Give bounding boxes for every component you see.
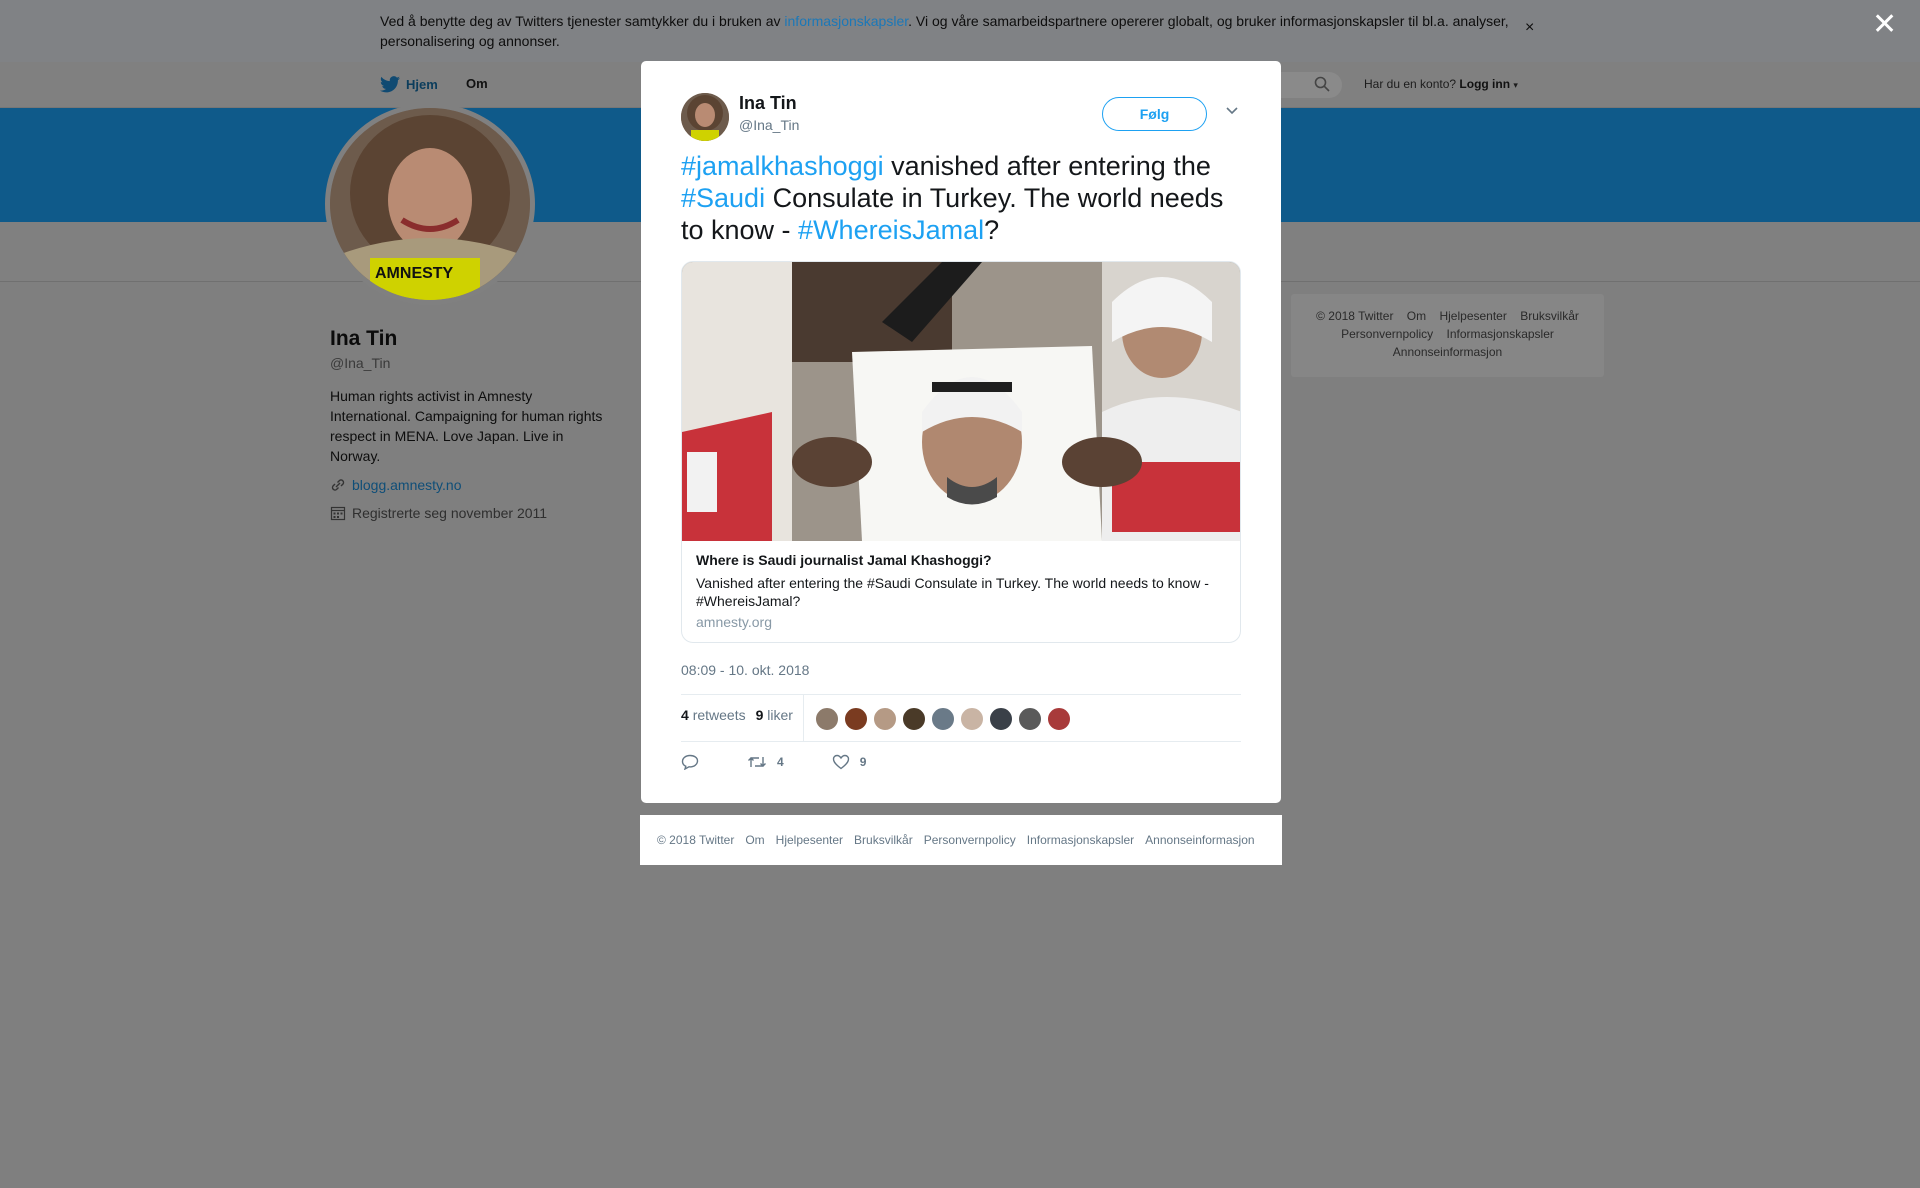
nav-home-label: Hjem <box>406 77 438 92</box>
tweet-author-avatar[interactable] <box>681 93 729 141</box>
nav-home[interactable]: Hjem <box>380 76 438 93</box>
account-prompt: Har du en konto? <box>1364 77 1457 91</box>
footer-ads-info[interactable]: Annonseinformasjon <box>1393 345 1502 359</box>
card-image <box>682 262 1240 541</box>
caret-down-icon[interactable]: ▾ <box>1513 80 1518 90</box>
footer-copyright: © 2018 Twitter <box>657 833 735 847</box>
retweets-count: 4 <box>681 707 689 723</box>
divider <box>803 695 804 741</box>
cookie-policy-link[interactable]: informasjonskapsler <box>784 13 908 29</box>
tweet-modal: Ina Tin @Ina_Tin Følg #jamalkhashoggi va… <box>641 61 1281 803</box>
likes-stat[interactable]: 9 liker <box>756 707 793 723</box>
nav-about[interactable]: Om <box>466 76 488 91</box>
footer-terms[interactable]: Bruksvilkår <box>1520 309 1579 323</box>
login-area: Har du en konto? Logg inn ▾ <box>1364 77 1518 91</box>
cookie-close-icon[interactable]: × <box>1525 19 1534 37</box>
tweet-text-segment: vanished after entering the <box>883 151 1211 181</box>
link-card[interactable]: Where is Saudi journalist Jamal Khashogg… <box>681 261 1241 643</box>
profile-joined-row: Registrerte seg november 2011 <box>330 505 547 521</box>
overlay-close-icon[interactable]: ✕ <box>1872 10 1897 40</box>
cookie-text: Ved å benytte deg av Twitters tjenester … <box>380 11 1520 51</box>
liker-avatar[interactable] <box>931 707 955 731</box>
login-link[interactable]: Logg inn <box>1459 77 1510 91</box>
footer-privacy[interactable]: Personvernpolicy <box>1341 327 1433 341</box>
retweets-stat[interactable]: 4 retweets <box>681 707 746 723</box>
footer-terms[interactable]: Bruksvilkår <box>854 833 913 847</box>
retweets-label: retweets <box>692 707 746 723</box>
liker-avatar[interactable] <box>844 707 868 731</box>
card-description: Vanished after entering the #Saudi Consu… <box>696 575 1209 609</box>
avatar-badge: AMNESTY <box>375 265 454 282</box>
tweet-author-handle[interactable]: @Ina_Tin <box>739 117 799 133</box>
footer-about[interactable]: Om <box>1407 309 1426 323</box>
modal-footer: © 2018 Twitter Om Hjelpesenter Bruksvilk… <box>640 815 1282 865</box>
calendar-icon <box>330 506 346 521</box>
hashtag-link[interactable]: #jamalkhashoggi <box>681 151 884 181</box>
footer-copyright: © 2018 Twitter <box>1316 309 1394 323</box>
card-title: Where is Saudi journalist Jamal Khashogg… <box>696 552 992 568</box>
link-icon <box>331 479 345 491</box>
footer-help[interactable]: Hjelpesenter <box>1439 309 1506 323</box>
footer-cookies[interactable]: Informasjonskapsler <box>1447 327 1554 341</box>
follow-button[interactable]: Følg <box>1102 97 1207 131</box>
profile-avatar[interactable]: AMNESTY <box>325 103 535 305</box>
hashtag-link[interactable]: #WhereisJamal <box>798 215 984 245</box>
divider <box>681 694 1241 695</box>
liker-avatar[interactable] <box>1018 707 1042 731</box>
retweet-button[interactable]: 4 <box>747 754 784 770</box>
like-count: 9 <box>859 755 867 769</box>
footer-cookies[interactable]: Informasjonskapsler <box>1027 833 1134 847</box>
likes-count: 9 <box>755 707 764 723</box>
retweet-icon <box>748 757 766 767</box>
footer-about[interactable]: Om <box>745 833 764 847</box>
liker-avatar[interactable] <box>873 707 897 731</box>
profile-url[interactable]: blogg.amnesty.no <box>352 477 461 493</box>
tweet-actions: 4 9 <box>681 754 914 770</box>
like-button[interactable]: 9 <box>832 754 867 770</box>
profile-handle: @Ina_Tin <box>330 355 391 371</box>
cookie-text-before: Ved å benytte deg av Twitters tjenester … <box>380 13 785 29</box>
liker-avatar[interactable] <box>960 707 984 731</box>
side-footer: © 2018 Twitter Om Hjelpesenter Bruksvilk… <box>1291 294 1604 377</box>
tweet-stats: 4 retweets 9 liker <box>681 707 793 723</box>
heart-icon <box>832 754 849 770</box>
profile-joined: Registrerte seg november 2011 <box>352 505 548 521</box>
profile-name[interactable]: Ina Tin <box>330 327 397 351</box>
tweet-text-segment: ? <box>984 215 1000 245</box>
twitter-bird-icon <box>380 76 400 93</box>
liker-avatar[interactable] <box>902 707 926 731</box>
cookie-banner: Ved å benytte deg av Twitters tjenester … <box>0 0 1920 62</box>
footer-help[interactable]: Hjelpesenter <box>776 833 843 847</box>
retweet-count: 4 <box>777 755 784 769</box>
profile-url-row: blogg.amnesty.no <box>330 477 461 493</box>
liker-avatar[interactable] <box>1047 707 1071 731</box>
footer-ads-info[interactable]: Annonseinformasjon <box>1145 833 1254 847</box>
profile-avatar-image: AMNESTY <box>330 108 530 300</box>
card-domain: amnesty.org <box>696 614 772 630</box>
likes-label: liker <box>767 707 793 723</box>
liker-avatar[interactable] <box>815 707 839 731</box>
profile-bio: Human rights activist in Amnesty Interna… <box>330 388 603 464</box>
search-icon[interactable] <box>1314 76 1330 92</box>
footer-privacy[interactable]: Personvernpolicy <box>924 833 1016 847</box>
reply-button[interactable] <box>681 754 699 770</box>
tweet-timestamp[interactable]: 08:09 - 10. okt. 2018 <box>681 662 809 678</box>
tweet-author-name[interactable]: Ina Tin <box>739 93 797 114</box>
hashtag-link[interactable]: #Saudi <box>681 183 765 213</box>
liker-avatar[interactable] <box>989 707 1013 731</box>
tweet-text: #jamalkhashoggi vanished after entering … <box>681 150 1251 246</box>
tweet-author-avatar-image <box>681 93 729 141</box>
chevron-down-icon[interactable] <box>1225 106 1239 116</box>
reply-icon <box>681 754 699 770</box>
liker-avatars <box>815 707 1071 731</box>
divider <box>681 741 1241 742</box>
